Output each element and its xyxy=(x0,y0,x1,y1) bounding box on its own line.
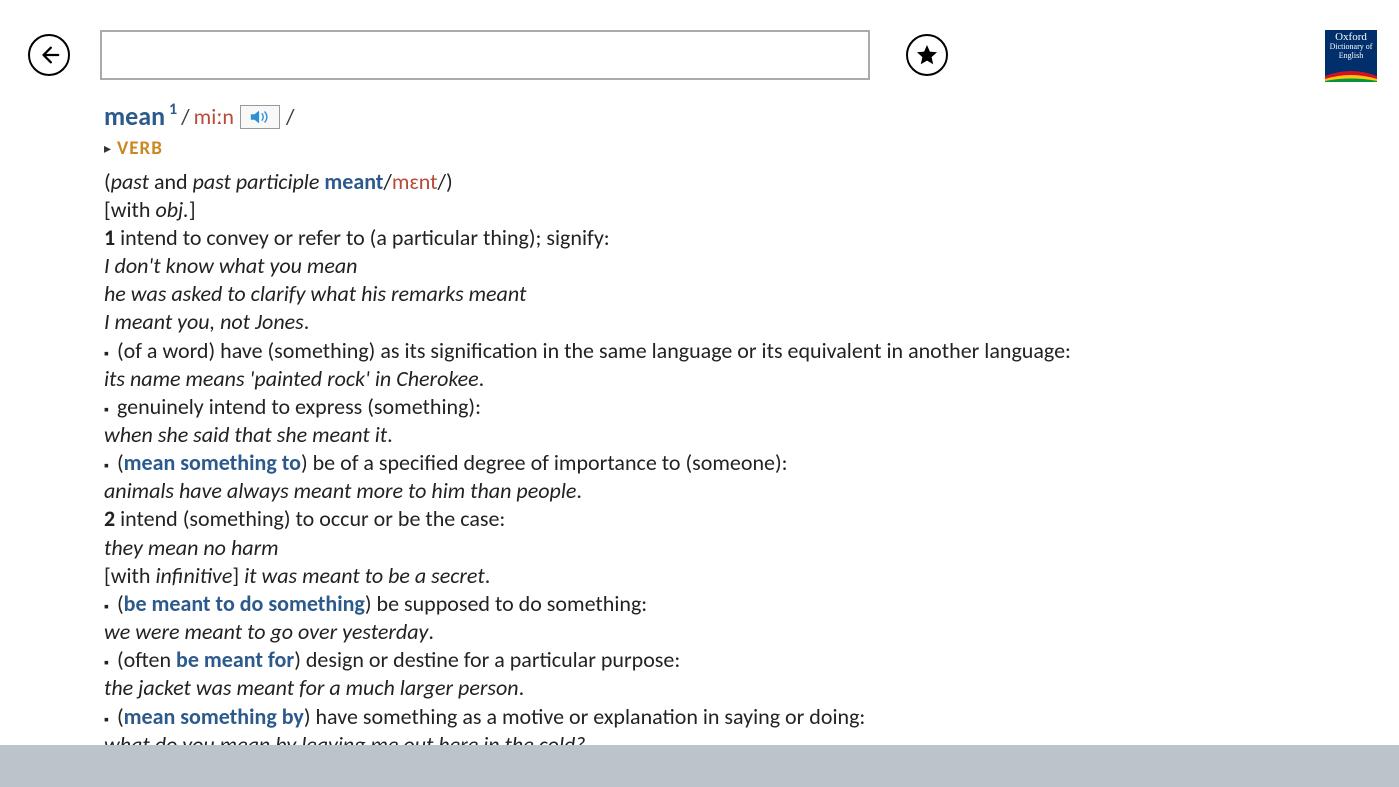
example: they mean no harm xyxy=(104,534,1260,562)
example: its name means 'painted rock' in Cheroke… xyxy=(104,365,1260,393)
example: we were meant to go over yesterday. xyxy=(104,618,1260,646)
pron-close: / xyxy=(286,103,295,131)
logo-line1: Oxford xyxy=(1335,33,1367,42)
bullet-icon: ▪ xyxy=(104,401,109,419)
subsense: ▪(often be meant for) design or destine … xyxy=(104,646,1260,674)
audio-button[interactable] xyxy=(240,105,280,129)
bottom-bar xyxy=(0,745,1399,787)
sense-2: 2 intend (something) to occur or be the … xyxy=(104,505,1260,533)
logo-line3: English xyxy=(1339,51,1363,60)
pronunciation: miːn xyxy=(194,103,234,131)
example: [with infinitive] it was meant to be a s… xyxy=(104,562,1260,590)
subsense: ▪genuinely intend to express (something)… xyxy=(104,393,1260,421)
triangle-icon: ▸ xyxy=(104,140,111,158)
subsense: ▪(mean something to) be of a specified d… xyxy=(104,449,1260,477)
grammar-note: [with obj.] xyxy=(104,196,1260,224)
homograph-number: 1 xyxy=(169,100,177,120)
favorite-button[interactable] xyxy=(906,34,948,76)
example: when she said that she meant it. xyxy=(104,421,1260,449)
arrow-left-icon xyxy=(38,44,60,66)
app-logo: Oxford Dictionary of English xyxy=(1325,30,1377,82)
entry-content: mean1 /miːn / ▸ VERB (past and past part… xyxy=(0,100,1260,759)
example: he was asked to clarify what his remarks… xyxy=(104,280,1260,308)
bullet-icon: ▪ xyxy=(104,457,109,475)
subsense: ▪(of a word) have (something) as its sig… xyxy=(104,337,1260,365)
example: animals have always meant more to him th… xyxy=(104,477,1260,505)
logo-line2: Dictionary of xyxy=(1330,42,1373,51)
subsense: ▪(mean something by) have something as a… xyxy=(104,703,1260,731)
sense-1: 1 intend to convey or refer to (a partic… xyxy=(104,224,1260,252)
logo-swoosh-icon xyxy=(1325,68,1377,82)
pron-open: / xyxy=(181,103,190,131)
speaker-icon xyxy=(249,109,271,125)
bullet-icon: ▪ xyxy=(104,598,109,616)
example: I meant you, not Jones. xyxy=(104,308,1260,336)
bullet-icon: ▪ xyxy=(104,345,109,363)
inflections: (past and past participle meant/mɛnt/) xyxy=(104,168,1260,196)
example: the jacket was meant for a much larger p… xyxy=(104,674,1260,702)
bullet-icon: ▪ xyxy=(104,711,109,729)
search-input[interactable] xyxy=(100,30,870,80)
headword: mean xyxy=(104,100,165,133)
part-of-speech: VERB xyxy=(117,137,163,161)
bullet-icon: ▪ xyxy=(104,654,109,672)
back-button[interactable] xyxy=(28,34,70,76)
star-icon xyxy=(915,43,939,67)
subsense: ▪(be meant to do something) be supposed … xyxy=(104,590,1260,618)
example: I don't know what you mean xyxy=(104,252,1260,280)
